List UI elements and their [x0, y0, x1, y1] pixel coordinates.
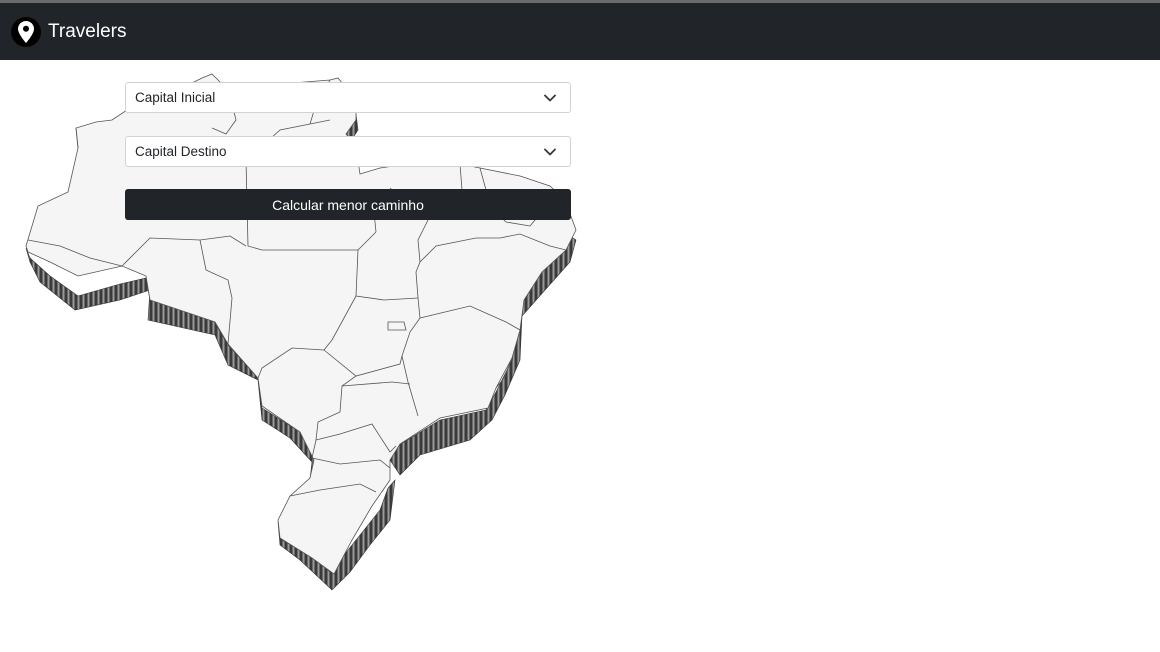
- chevron-down-icon: [544, 148, 556, 156]
- app-title[interactable]: Travelers: [48, 21, 126, 43]
- destination-capital-select[interactable]: Capital Destino: [125, 136, 571, 167]
- origin-capital-select[interactable]: Capital Inicial: [125, 82, 571, 113]
- map-pin-icon[interactable]: [11, 17, 41, 47]
- navbar: Travelers: [0, 3, 1160, 60]
- destination-capital-value: Capital Destino: [135, 144, 227, 159]
- chevron-down-icon: [544, 94, 556, 102]
- origin-capital-value: Capital Inicial: [135, 90, 216, 105]
- calculate-shortest-path-button[interactable]: Calcular menor caminho: [125, 189, 571, 220]
